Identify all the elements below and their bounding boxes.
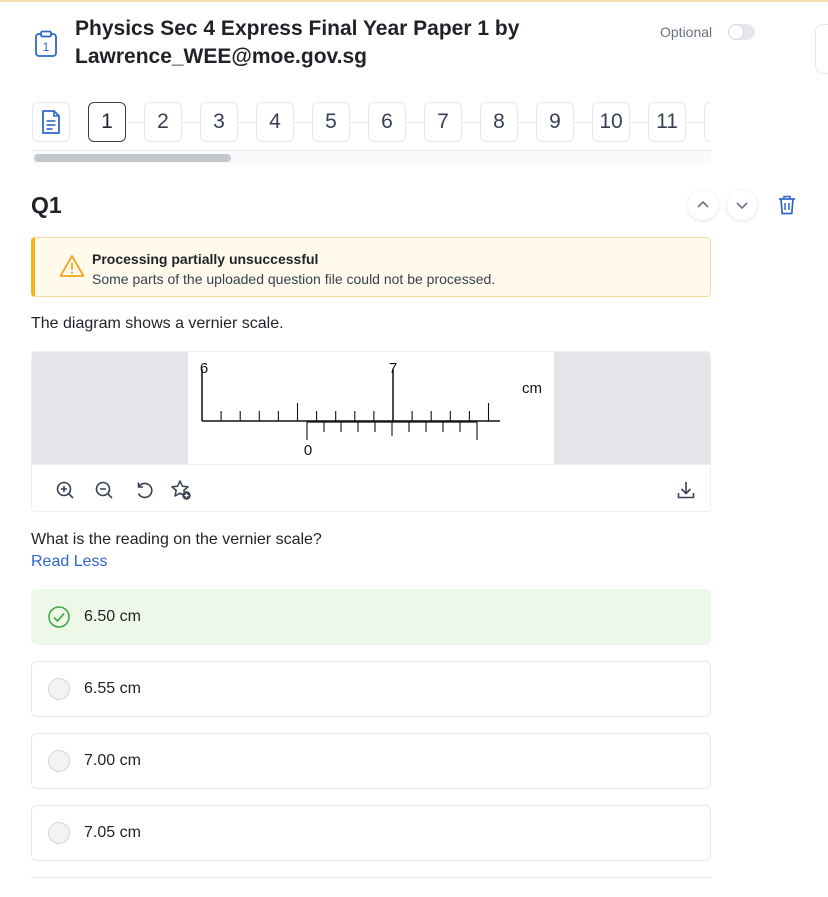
trash-icon bbox=[779, 195, 795, 215]
warning-triangle-icon bbox=[59, 255, 85, 277]
zoom-in-button[interactable] bbox=[54, 479, 76, 501]
toggle-knob bbox=[728, 24, 744, 40]
side-panel-card[interactable] bbox=[815, 24, 828, 74]
vernier-scale-ticks bbox=[306, 422, 478, 440]
option-text: 6.50 cm bbox=[84, 608, 141, 625]
question-prompt: What is the reading on the vernier scale… bbox=[31, 531, 322, 548]
reset-rotate-button[interactable] bbox=[133, 479, 155, 501]
move-up-button[interactable] bbox=[688, 190, 718, 220]
navigator-connector bbox=[294, 122, 312, 123]
option-3[interactable]: 7.00 cm bbox=[31, 733, 711, 789]
add-favourite-button[interactable] bbox=[170, 479, 192, 501]
navigator-connector bbox=[630, 122, 648, 123]
navigator-scroll-thumb[interactable] bbox=[34, 154, 231, 162]
optional-toggle[interactable] bbox=[728, 24, 755, 40]
undo-rotate-icon bbox=[137, 482, 153, 499]
navigator-connector bbox=[406, 122, 424, 123]
navigator-connector bbox=[182, 122, 200, 123]
main-scale-ticks bbox=[201, 369, 490, 421]
svg-text:1: 1 bbox=[43, 40, 50, 54]
question-nav-3[interactable]: 3 bbox=[200, 102, 238, 142]
download-button[interactable] bbox=[675, 479, 697, 501]
question-stem: The diagram shows a vernier scale. bbox=[31, 315, 284, 332]
paper-title: Physics Sec 4 Express Final Year Paper 1… bbox=[75, 17, 520, 68]
image-canvas: 6 7 cm 0 bbox=[32, 352, 710, 464]
option-text: 7.00 cm bbox=[84, 752, 141, 769]
image-viewer: 6 7 cm 0 bbox=[31, 351, 711, 512]
question-nav-4[interactable]: 4 bbox=[256, 102, 294, 142]
option-radio[interactable] bbox=[48, 678, 70, 700]
question-nav-6[interactable]: 6 bbox=[368, 102, 406, 142]
delete-question-button[interactable] bbox=[777, 194, 797, 216]
document-icon bbox=[42, 110, 60, 134]
vernier-diagram: 6 7 cm 0 bbox=[188, 352, 554, 464]
chevron-up-icon bbox=[697, 200, 709, 208]
correct-check-icon bbox=[48, 606, 70, 628]
navigator-connector bbox=[686, 122, 704, 123]
processing-warning: Processing partially unsuccessful Some p… bbox=[31, 237, 711, 297]
option-radio[interactable] bbox=[48, 822, 70, 844]
navigator-connector bbox=[518, 122, 536, 123]
option-text: 7.05 cm bbox=[84, 824, 141, 841]
unit-label: cm bbox=[522, 380, 542, 397]
option-radio[interactable] bbox=[48, 750, 70, 772]
read-less-link[interactable]: Read Less bbox=[31, 553, 108, 571]
chevron-down-icon bbox=[736, 202, 748, 210]
question-nav-5[interactable]: 5 bbox=[312, 102, 350, 142]
question-nav-next[interactable] bbox=[704, 102, 711, 142]
option-text: 6.55 cm bbox=[84, 680, 141, 697]
zoom-out-button[interactable] bbox=[93, 479, 115, 501]
optional-label: Optional bbox=[660, 24, 713, 40]
option-1[interactable]: 6.50 cm bbox=[31, 589, 711, 645]
question-navigator: 1 2 3 4 5 6 7 8 9 10 11 bbox=[88, 102, 711, 144]
navigator-connector bbox=[238, 122, 256, 123]
move-down-button[interactable] bbox=[727, 190, 757, 220]
option-4[interactable]: 7.05 cm bbox=[31, 805, 711, 861]
document-overview-button[interactable] bbox=[32, 102, 70, 142]
option-2[interactable]: 6.55 cm bbox=[31, 661, 711, 717]
vernier-scale-diagram: 6 7 cm 0 bbox=[200, 360, 542, 459]
navigator-connector bbox=[574, 122, 592, 123]
question-nav-10[interactable]: 10 bbox=[592, 102, 630, 142]
zoom-out-icon bbox=[95, 481, 113, 499]
star-add-icon bbox=[171, 480, 191, 500]
navigator-connector bbox=[126, 122, 144, 123]
main-scale-label-6: 6 bbox=[200, 360, 208, 377]
question-nav-2[interactable]: 2 bbox=[144, 102, 182, 142]
zoom-in-icon bbox=[56, 481, 74, 499]
question-nav-9[interactable]: 9 bbox=[536, 102, 574, 142]
question-label: Q1 bbox=[31, 192, 62, 218]
navigator-connector bbox=[350, 122, 368, 123]
download-icon bbox=[677, 482, 695, 499]
warning-text: Some parts of the uploaded question file… bbox=[92, 271, 496, 287]
question-nav-8[interactable]: 8 bbox=[480, 102, 518, 142]
navigator-connector bbox=[462, 122, 480, 123]
top-accent-line bbox=[0, 0, 828, 2]
question-nav-1[interactable]: 1 bbox=[88, 102, 126, 142]
question-nav-11[interactable]: 11 bbox=[648, 102, 686, 142]
question-nav-7[interactable]: 7 bbox=[424, 102, 462, 142]
warning-title: Processing partially unsuccessful bbox=[92, 251, 319, 267]
image-toolbar bbox=[32, 464, 710, 511]
divider bbox=[31, 877, 711, 878]
vernier-zero-label: 0 bbox=[304, 442, 312, 459]
clipboard-number-icon: 1 bbox=[35, 30, 57, 57]
